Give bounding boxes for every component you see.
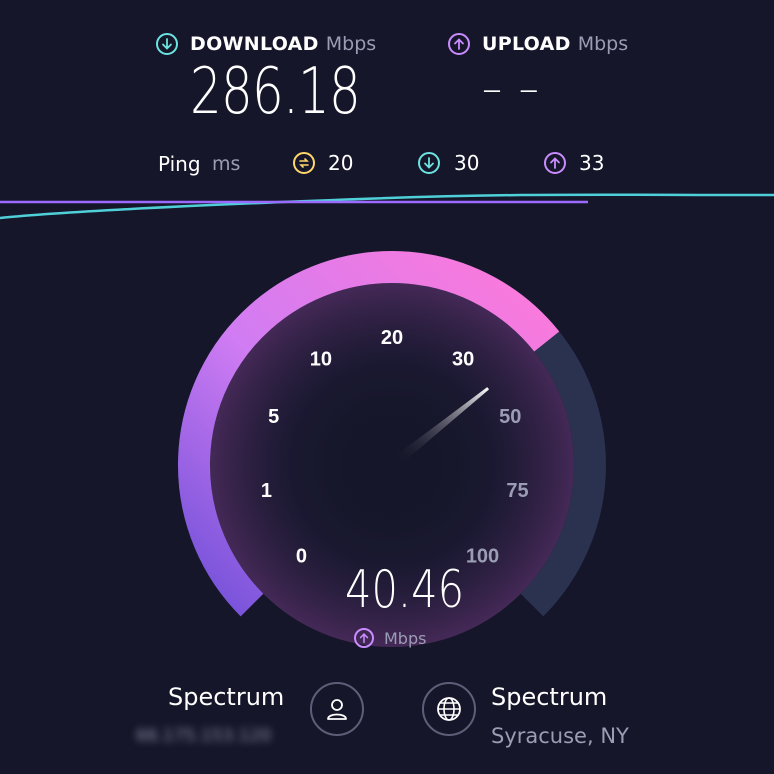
gauge-tick-label: 30 — [452, 349, 474, 371]
client-ip-address: 66.175.153.120 — [136, 726, 272, 746]
current-speed-value: 40.46 — [345, 560, 465, 620]
gauge-tick-label: 0 — [296, 546, 307, 568]
gauge-tick-label: 75 — [506, 480, 528, 502]
client-isp-name: Spectrum — [168, 683, 285, 711]
globe-button[interactable] — [422, 682, 476, 736]
user-icon — [327, 699, 347, 720]
current-speed-unit: Mbps — [384, 628, 427, 648]
gauge-tick-label: 1 — [261, 480, 272, 502]
server-location: Syracuse, NY — [491, 724, 629, 748]
gauge-tick-label: 50 — [499, 406, 521, 428]
gauge-tick-label: 5 — [268, 406, 279, 428]
globe-icon — [437, 697, 461, 721]
user-button[interactable] — [310, 682, 364, 736]
upload-indicator-icon — [354, 628, 374, 648]
gauge-tick-label: 10 — [310, 349, 332, 371]
gauge-tick-label: 100 — [466, 546, 499, 568]
gauge-tick-label: 20 — [381, 327, 403, 349]
speed-gauge: 0 1 5 10 20 30 50 75 100 — [178, 251, 606, 647]
server-isp-name: Spectrum — [491, 683, 608, 711]
current-speed-unit-row: Mbps — [354, 628, 426, 648]
